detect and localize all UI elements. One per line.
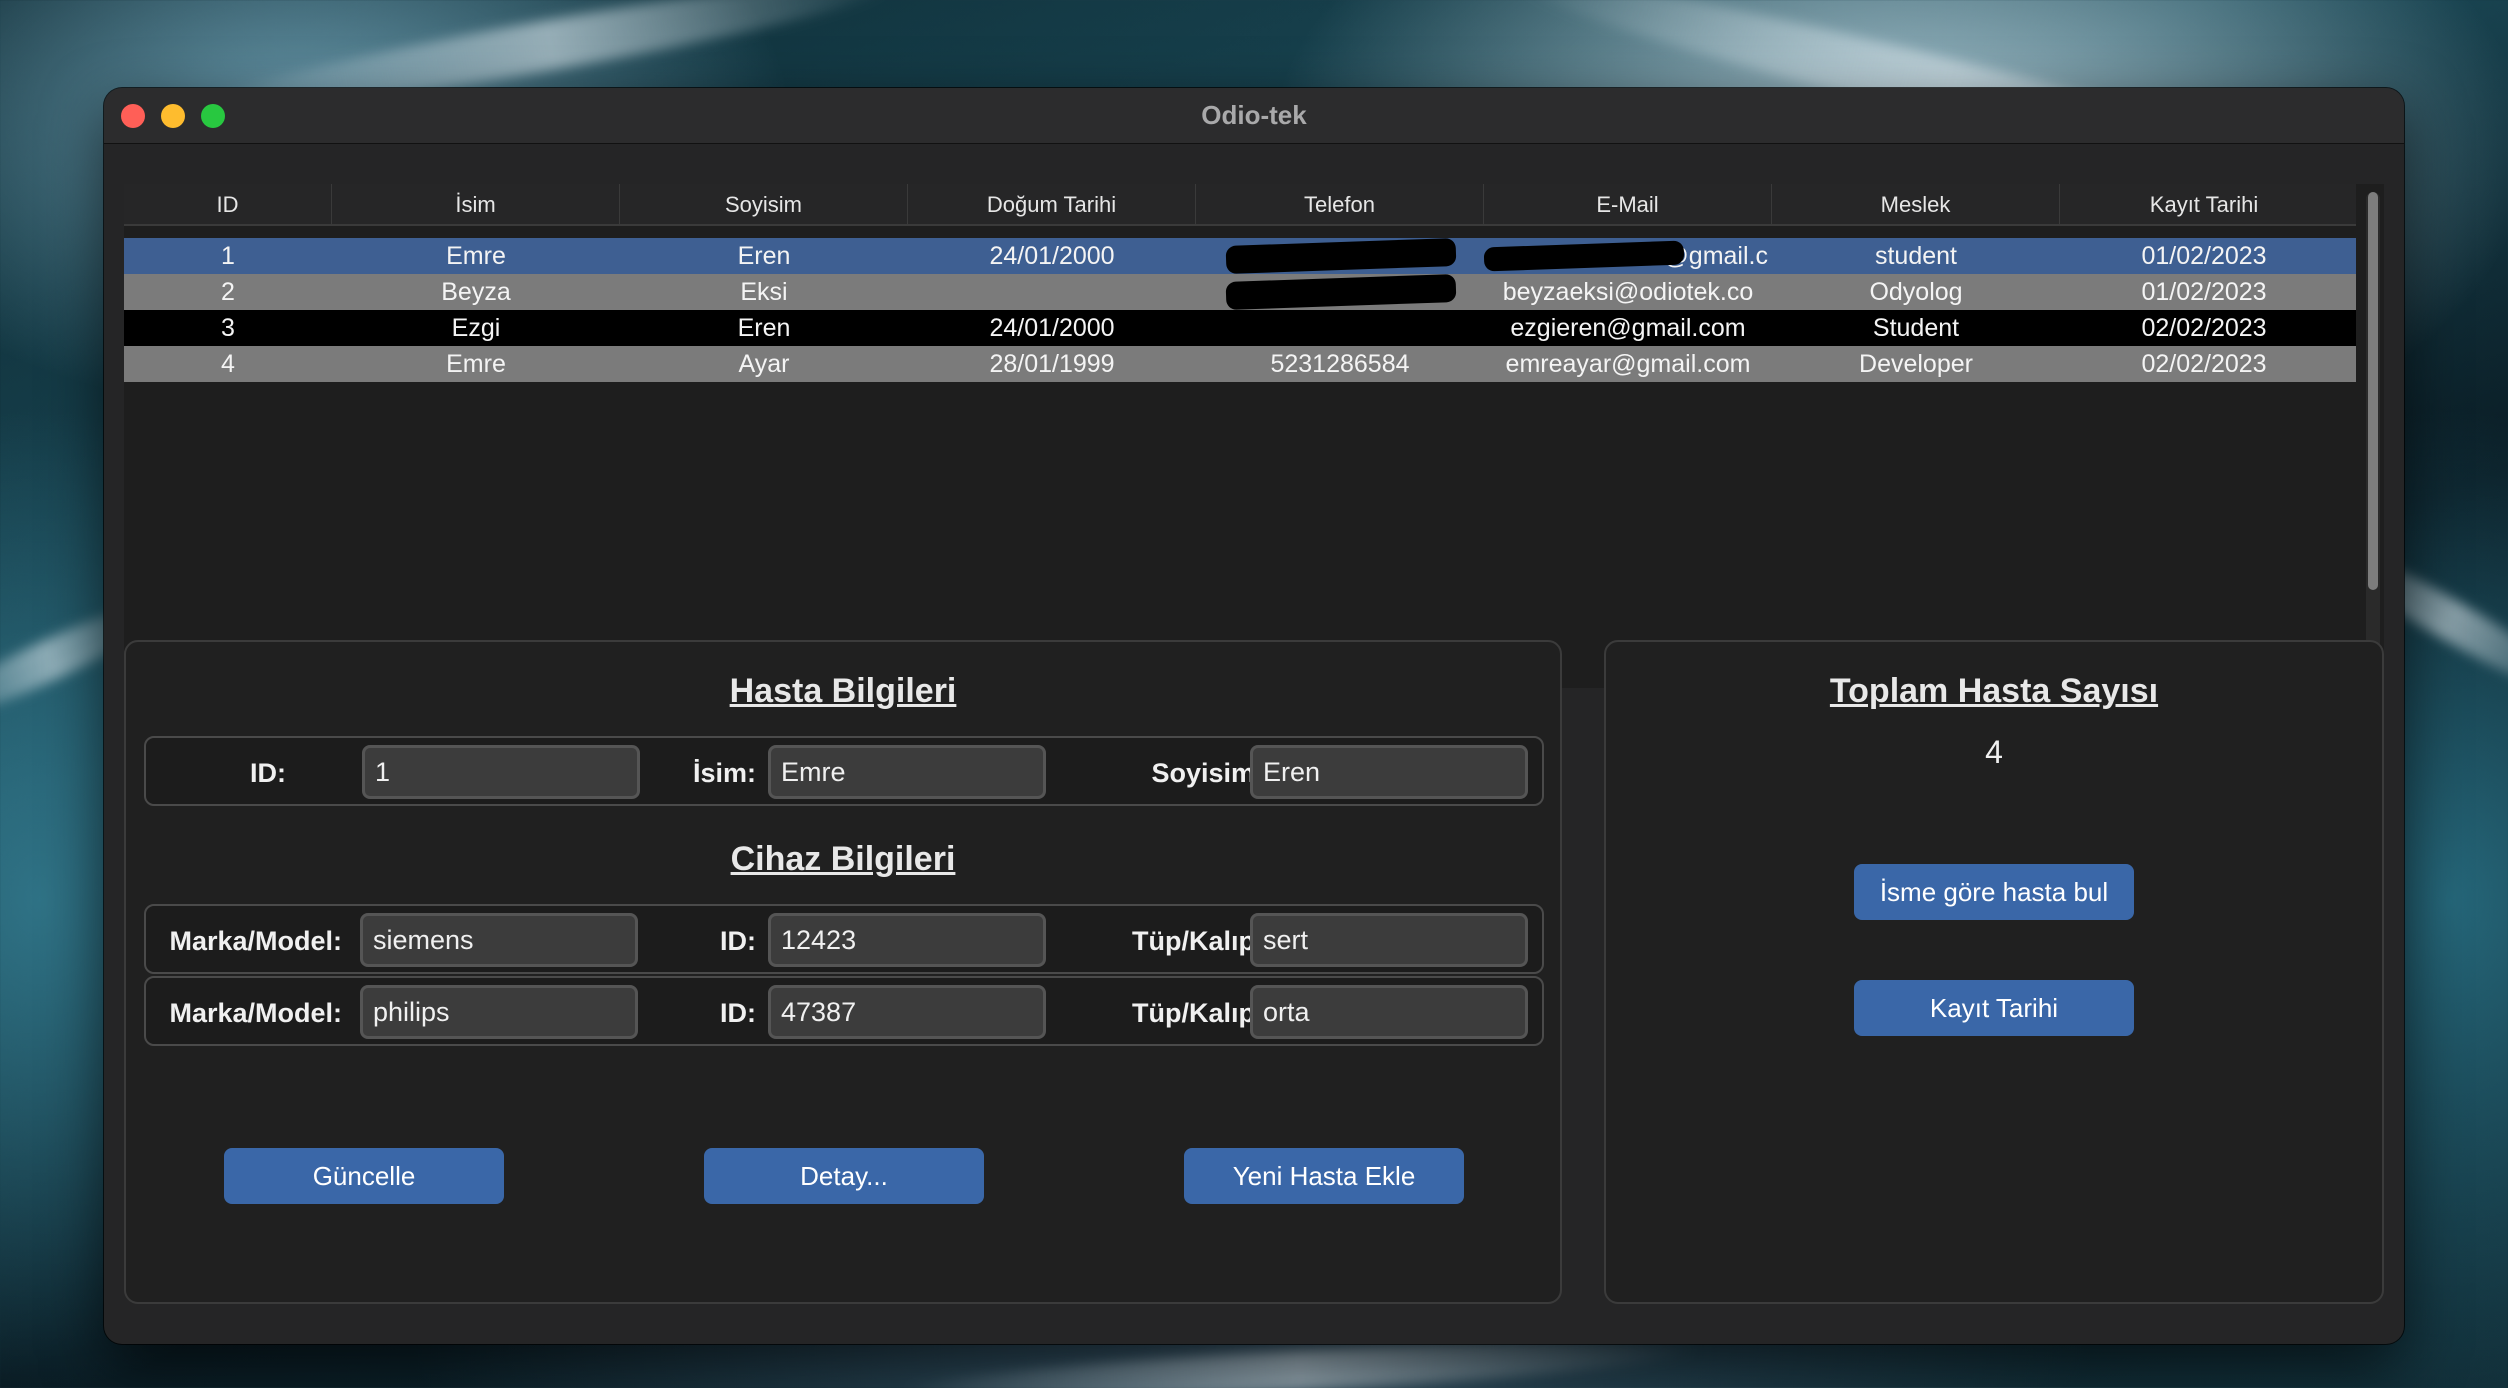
cell-dogum-tarihi: 24/01/2000 [989, 313, 1115, 342]
cell-telefon: 5231286584 [1270, 349, 1410, 378]
column-header-meslek[interactable]: Meslek [1772, 184, 2060, 226]
device-row: Marka/Model: siemens ID: 12423 Tüp/Kalıp… [144, 904, 1544, 974]
cell-id: 4 [221, 349, 235, 378]
table-header: ID İsim Soyisim Doğum Tarihi Telefon E-M… [124, 184, 2356, 226]
cell-id: 1 [221, 241, 235, 270]
total-patients-title: Toplam Hasta Sayısı [1829, 672, 2159, 710]
patient-surname-label: Soyisim: [1151, 758, 1264, 788]
device-id-field[interactable]: 47387 [768, 985, 1046, 1039]
table-body: 1 Emre Eren 24/01/2000 5 @gmail.c studen… [124, 238, 2356, 382]
cell-soyisim: Eren [737, 313, 791, 342]
column-header-id[interactable]: ID [124, 184, 332, 226]
patient-name-label: İsim: [692, 758, 756, 788]
column-header-kayit-tarihi[interactable]: Kayıt Tarihi [2060, 184, 2348, 226]
cell-telefon [1196, 310, 1484, 346]
scrollbar-thumb[interactable] [2368, 192, 2378, 590]
close-window-button[interactable] [121, 104, 145, 128]
patient-fields-row: ID: 1 İsim: Emre Soyisim: Eren [144, 736, 1544, 806]
device-id-field[interactable]: 12423 [768, 913, 1046, 967]
maximize-window-button[interactable] [201, 104, 225, 128]
cell-soyisim: Eksi [740, 277, 788, 306]
column-header-telefon[interactable]: Telefon [1196, 184, 1484, 226]
patient-name-field[interactable]: Emre [768, 745, 1046, 799]
cell-dogum-tarihi [908, 274, 1196, 310]
device-tube-label: Tüp/Kalıp: [1132, 926, 1264, 956]
title-bar: Odio-tek [104, 88, 2404, 144]
cell-id: 3 [221, 313, 235, 342]
cell-email: ezgieren@gmail.com [1510, 313, 1746, 342]
update-button[interactable]: Güncelle [224, 1148, 504, 1204]
device-tube-label: Tüp/Kalıp: [1132, 998, 1264, 1028]
device-tube-field[interactable]: orta [1250, 985, 1528, 1039]
column-header-dogum-tarihi[interactable]: Doğum Tarihi [908, 184, 1196, 226]
device-brand-label: Marka/Model: [169, 926, 342, 956]
patients-table: ID İsim Soyisim Doğum Tarihi Telefon E-M… [124, 184, 2384, 688]
table-row[interactable]: 3 Ezgi Eren 24/01/2000 ezgieren@gmail.co… [124, 310, 2356, 346]
patient-info-title: Hasta Bilgileri [729, 672, 957, 710]
cell-meslek: student [1874, 241, 1957, 270]
cell-email: emreayar@gmail.com [1505, 349, 1751, 378]
find-by-name-button[interactable]: İsme göre hasta bul [1854, 864, 2134, 920]
device-brand-field[interactable]: philips [360, 985, 638, 1039]
cell-kayit-tarihi: 02/02/2023 [2141, 313, 2267, 342]
table-row[interactable]: 2 Beyza Eksi beyzaeksi@odiotek.co Odyolo… [124, 274, 2356, 310]
cell-telefon [1196, 274, 1484, 310]
cell-meslek: Developer [1859, 349, 1973, 378]
patient-info-panel: Hasta Bilgileri ID: 1 İsim: Emre Soyisim… [124, 640, 1562, 1304]
device-row: Marka/Model: philips ID: 47387 Tüp/Kalıp… [144, 976, 1544, 1046]
cell-meslek: Student [1872, 313, 1960, 342]
summary-panel: Toplam Hasta Sayısı 4 İsme göre hasta bu… [1604, 640, 2384, 1304]
table-row[interactable]: 4 Emre Ayar 28/01/1999 5231286584 emreay… [124, 346, 2356, 382]
cell-isim: Emre [446, 241, 506, 270]
add-patient-button[interactable]: Yeni Hasta Ekle [1184, 1148, 1464, 1204]
cell-dogum-tarihi: 24/01/2000 [989, 241, 1115, 270]
table-row[interactable]: 1 Emre Eren 24/01/2000 5 @gmail.c studen… [124, 238, 2356, 274]
table-vertical-scrollbar[interactable] [2366, 192, 2380, 682]
minimize-window-button[interactable] [161, 104, 185, 128]
cell-kayit-tarihi: 02/02/2023 [2141, 349, 2267, 378]
patient-surname-field[interactable]: Eren [1250, 745, 1528, 799]
device-info-title: Cihaz Bilgileri [730, 840, 956, 878]
column-header-soyisim[interactable]: Soyisim [620, 184, 908, 226]
device-id-label: ID: [720, 926, 756, 956]
total-patients-count: 4 [1985, 734, 2003, 770]
cell-kayit-tarihi: 01/02/2023 [2141, 241, 2267, 270]
cell-email: @gmail.c [1484, 238, 1772, 274]
patient-id-label: ID: [250, 758, 286, 788]
cell-soyisim: Eren [737, 241, 791, 270]
cell-meslek: Odyolog [1869, 277, 1963, 306]
cell-isim: Ezgi [451, 313, 501, 342]
cell-email: beyzaeksi@odiotek.co [1502, 277, 1754, 306]
column-header-email[interactable]: E-Mail [1484, 184, 1772, 226]
window-title: Odio-tek [1201, 100, 1307, 130]
detail-button[interactable]: Detay... [704, 1148, 984, 1204]
cell-id: 2 [221, 277, 235, 306]
device-tube-field[interactable]: sert [1250, 913, 1528, 967]
window-controls [121, 104, 225, 128]
cell-telefon: 5 [1196, 238, 1484, 274]
redaction-mark [1225, 238, 1457, 274]
app-window: Odio-tek ID İsim Soyisim Doğum Tarihi Te… [104, 88, 2404, 1344]
cell-kayit-tarihi: 01/02/2023 [2141, 277, 2267, 306]
device-id-label: ID: [720, 998, 756, 1028]
sort-by-date-button[interactable]: Kayıt Tarihi [1854, 980, 2134, 1036]
device-brand-field[interactable]: siemens [360, 913, 638, 967]
device-brand-label: Marka/Model: [169, 998, 342, 1028]
column-header-isim[interactable]: İsim [332, 184, 620, 226]
cell-isim: Emre [446, 349, 506, 378]
redaction-mark [1225, 274, 1457, 310]
cell-soyisim: Ayar [738, 349, 790, 378]
redaction-mark [1484, 240, 1685, 272]
cell-isim: Beyza [441, 277, 511, 306]
patient-id-field[interactable]: 1 [362, 745, 640, 799]
cell-dogum-tarihi: 28/01/1999 [989, 349, 1115, 378]
